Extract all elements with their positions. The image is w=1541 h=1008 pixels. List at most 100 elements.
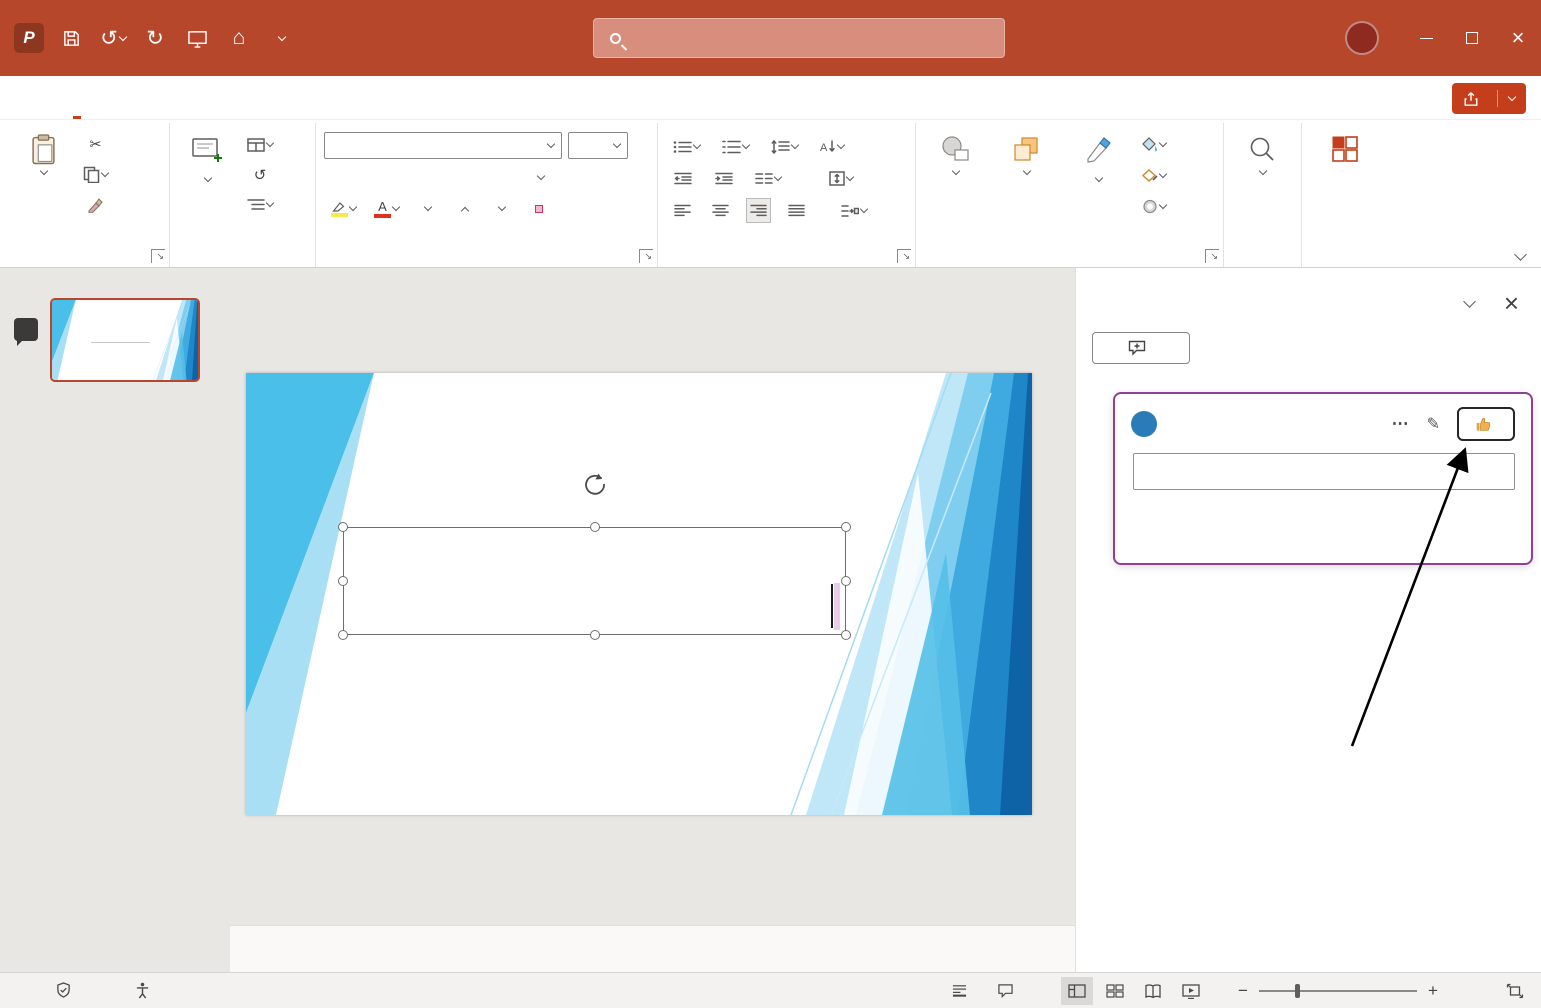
more-options-button[interactable]: ⋯	[1392, 414, 1410, 434]
underline-button[interactable]	[410, 165, 435, 190]
tab-shape-format[interactable]	[526, 76, 530, 119]
tab-help[interactable]	[485, 76, 489, 119]
convert-to-smartart-button[interactable]	[838, 198, 870, 223]
paste-button[interactable]	[14, 126, 72, 176]
powerpoint-logo[interactable]: P	[14, 23, 44, 53]
collapse-ribbon-chevron[interactable]	[1514, 248, 1527, 261]
resize-handle-nw[interactable]	[338, 522, 348, 532]
zoom-out-button[interactable]: −	[1235, 981, 1251, 1001]
align-right-button[interactable]	[746, 198, 771, 223]
cut-button[interactable]: ✂	[80, 132, 111, 157]
shape-effects-button[interactable]	[1138, 194, 1169, 219]
columns-button[interactable]	[752, 166, 784, 191]
increase-indent-button[interactable]	[711, 166, 736, 191]
font-size-combo[interactable]	[568, 132, 628, 159]
tab-review[interactable]	[403, 76, 407, 119]
tab-draw[interactable]	[157, 76, 161, 119]
align-left-button[interactable]	[670, 198, 695, 223]
numbering-button[interactable]	[719, 134, 752, 159]
qat-customize-button[interactable]	[266, 18, 296, 58]
line-spacing-button[interactable]	[768, 134, 801, 159]
notes-area[interactable]	[230, 925, 1075, 972]
home-button[interactable]: ⌂	[224, 18, 254, 58]
decrease-indent-button[interactable]	[670, 166, 695, 191]
shape-outline-button[interactable]	[1138, 163, 1169, 188]
drawing-dialog-launcher[interactable]: ↘	[1205, 249, 1219, 263]
resize-handle-w[interactable]	[338, 576, 348, 586]
change-case-button[interactable]	[414, 196, 439, 221]
tab-insert[interactable]	[116, 76, 120, 119]
slide-thumbnail[interactable]	[50, 298, 200, 382]
title-textbox[interactable]	[338, 522, 851, 640]
align-center-button[interactable]	[708, 198, 733, 223]
reset-slide-button[interactable]: ↺	[244, 162, 276, 187]
shapes-button[interactable]	[924, 126, 986, 176]
align-text-button[interactable]	[826, 166, 856, 191]
like-button[interactable]	[1457, 407, 1515, 441]
layout-button[interactable]	[244, 132, 276, 157]
account-avatar[interactable]	[1345, 21, 1379, 55]
spellcheck-button[interactable]	[56, 982, 71, 999]
new-slide-button[interactable]	[178, 126, 236, 186]
collapse-pane-chevron[interactable]	[1462, 295, 1476, 308]
tab-record[interactable]	[362, 76, 366, 119]
tab-view[interactable]	[444, 76, 448, 119]
format-painter-button[interactable]	[80, 192, 111, 217]
minimize-button[interactable]	[1403, 0, 1449, 76]
new-comment-button[interactable]	[1092, 332, 1190, 364]
decrease-font-button[interactable]	[488, 196, 513, 221]
font-color-button[interactable]: A	[371, 196, 402, 221]
resize-handle-n[interactable]	[589, 522, 600, 532]
font-dialog-launcher[interactable]: ↘	[639, 249, 653, 263]
comment-badge[interactable]	[14, 318, 38, 346]
rotation-handle[interactable]	[581, 470, 609, 498]
italic-button[interactable]	[371, 165, 396, 190]
resize-handle-ne[interactable]	[841, 522, 851, 532]
slideshow-button[interactable]	[182, 18, 212, 58]
zoom-in-button[interactable]: +	[1425, 981, 1441, 1001]
addins-button[interactable]	[1310, 126, 1380, 169]
highlight-color-button[interactable]	[328, 196, 359, 221]
section-button[interactable]	[244, 192, 276, 217]
character-spacing-button[interactable]	[527, 165, 552, 190]
quick-styles-button[interactable]	[1066, 126, 1130, 186]
reading-view-button[interactable]	[1137, 977, 1169, 1005]
resize-handle-sw[interactable]	[338, 630, 348, 640]
justify-button[interactable]	[784, 198, 809, 223]
bold-button[interactable]	[332, 165, 357, 190]
undo-button[interactable]: ↺	[98, 18, 128, 58]
tab-transitions[interactable]	[239, 76, 243, 119]
close-button[interactable]: ×	[1495, 0, 1541, 76]
tab-home[interactable]	[73, 76, 81, 119]
bullets-button[interactable]	[670, 134, 703, 159]
zoom-slider-thumb[interactable]	[1295, 983, 1300, 998]
share-button[interactable]	[1452, 83, 1526, 114]
shape-fill-button[interactable]	[1138, 132, 1169, 157]
notes-toggle[interactable]	[951, 983, 975, 998]
tab-design[interactable]	[198, 76, 202, 119]
strikethrough-button[interactable]	[488, 165, 513, 190]
editing-button[interactable]	[1232, 126, 1292, 176]
clipboard-dialog-launcher[interactable]: ↘	[151, 249, 165, 263]
text-direction-button[interactable]: A	[817, 134, 847, 159]
text-shadow-button[interactable]	[449, 165, 474, 190]
slideshow-view-button[interactable]	[1175, 977, 1207, 1005]
fit-window-button[interactable]	[1499, 977, 1531, 1005]
accessibility-button[interactable]	[135, 982, 157, 999]
slide-sorter-button[interactable]	[1099, 977, 1131, 1005]
paragraph-dialog-launcher[interactable]: ↘	[897, 249, 911, 263]
slide-title-text[interactable]	[830, 583, 840, 631]
tab-slide-show[interactable]	[321, 76, 325, 119]
comments-toggle[interactable]	[997, 983, 1021, 998]
close-pane-button[interactable]: ×	[1504, 290, 1519, 316]
search-box[interactable]	[593, 18, 1005, 58]
resize-handle-e[interactable]	[841, 576, 851, 586]
tab-animations[interactable]	[280, 76, 284, 119]
edit-comment-button[interactable]: ✎	[1427, 414, 1440, 434]
slide-canvas[interactable]	[246, 373, 1032, 815]
save-button[interactable]	[56, 18, 86, 58]
normal-view-button[interactable]	[1061, 976, 1093, 1005]
increase-font-button[interactable]	[451, 196, 476, 221]
resize-handle-se[interactable]	[841, 630, 851, 640]
redo-button[interactable]: ↻	[140, 18, 170, 58]
